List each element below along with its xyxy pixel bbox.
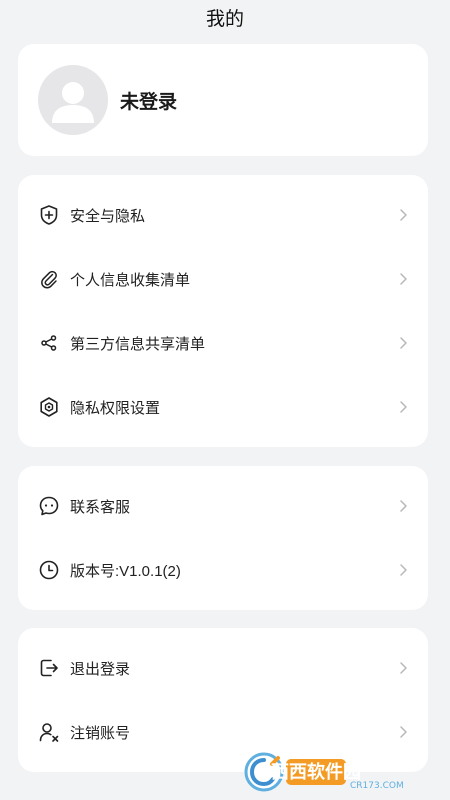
clock-icon <box>38 559 60 581</box>
share-icon <box>38 332 60 354</box>
watermark-logo: 西西软件园 CR173.COM <box>242 750 442 794</box>
support-section: 联系客服 版本号:V1.0.1(2) <box>18 466 428 610</box>
menu-item-label: 退出登录 <box>70 660 131 678</box>
profile-card[interactable]: 未登录 <box>18 44 428 156</box>
paperclip-icon <box>38 268 60 290</box>
menu-item-third-party-sharing-list[interactable]: 第三方信息共享清单 <box>18 311 428 375</box>
privacy-section: 安全与隐私 个人信息收集清单 第三方信息共享清单 隐私权限设置 <box>18 175 428 447</box>
menu-item-label: 注销账号 <box>70 724 131 742</box>
default-avatar-icon <box>52 82 94 123</box>
chevron-right-icon <box>400 337 407 349</box>
avatar[interactable] <box>38 65 108 135</box>
watermark-text: 西西软件园 <box>271 761 361 783</box>
profile-page: 我的 未登录 安全与隐私 个人信息收集清单 第三方信息共享清单 隐私权限设置 联… <box>0 0 450 800</box>
chevron-right-icon <box>400 726 407 738</box>
menu-item-version[interactable]: 版本号:V1.0.1(2) <box>18 538 428 602</box>
logout-icon <box>38 657 60 679</box>
menu-item-label: 第三方信息共享清单 <box>70 335 206 353</box>
menu-item-logout[interactable]: 退出登录 <box>18 636 428 700</box>
menu-item-label: 联系客服 <box>70 498 131 516</box>
chevron-right-icon <box>400 401 407 413</box>
login-status: 未登录 <box>120 91 178 113</box>
menu-item-contact-support[interactable]: 联系客服 <box>18 474 428 538</box>
privacy-settings-icon <box>38 396 60 418</box>
page-title: 我的 <box>205 9 244 30</box>
user-remove-icon <box>38 721 60 743</box>
chat-bubble-icon <box>38 495 60 517</box>
chevron-right-icon <box>400 500 407 512</box>
chevron-right-icon <box>400 662 407 674</box>
watermark-subtext: CR173.COM <box>350 781 404 791</box>
chevron-right-icon <box>400 564 407 576</box>
shield-plus-icon <box>38 204 60 226</box>
menu-item-privacy-permission-settings[interactable]: 隐私权限设置 <box>18 375 428 439</box>
menu-item-personal-info-list[interactable]: 个人信息收集清单 <box>18 247 428 311</box>
chevron-right-icon <box>400 209 407 221</box>
version-label: 版本号:V1.0.1(2) <box>70 562 181 580</box>
menu-item-label: 隐私权限设置 <box>70 399 161 417</box>
chevron-right-icon <box>400 273 407 285</box>
menu-item-label: 个人信息收集清单 <box>70 271 191 289</box>
menu-item-security-privacy[interactable]: 安全与隐私 <box>18 183 428 247</box>
menu-item-label: 安全与隐私 <box>70 207 146 225</box>
